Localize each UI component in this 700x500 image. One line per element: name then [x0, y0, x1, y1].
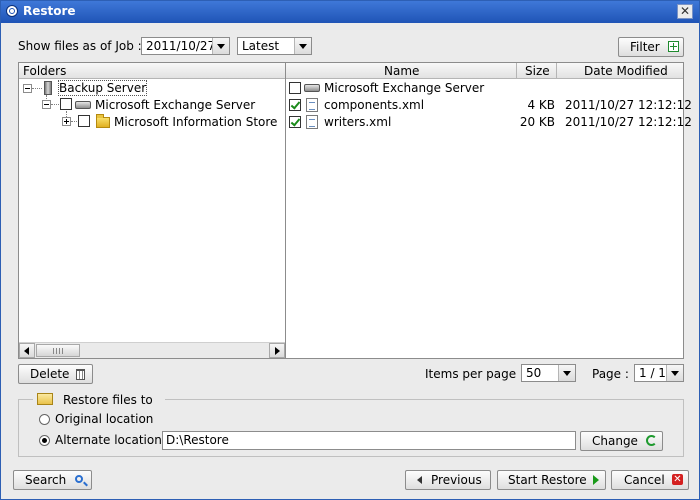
- page-select[interactable]: 1 / 1: [634, 364, 684, 382]
- items-per-page-value: 50: [526, 366, 542, 380]
- app-logo-icon: [6, 5, 18, 17]
- change-button[interactable]: Change: [580, 431, 663, 451]
- page-value: 1 / 1: [639, 366, 666, 380]
- previous-label: Previous: [431, 473, 482, 487]
- play-icon: [593, 475, 599, 485]
- start-restore-label: Start Restore: [508, 473, 587, 487]
- column-size-label: Size: [525, 64, 550, 78]
- scroll-left-icon[interactable]: [19, 343, 35, 358]
- original-location-radio[interactable]: [39, 414, 50, 425]
- job-label: Show files as of Job :: [18, 39, 142, 53]
- job-version-value: Latest: [242, 39, 280, 53]
- collapse-icon[interactable]: [23, 84, 32, 93]
- alternate-location-radio[interactable]: [39, 435, 50, 446]
- filter-button[interactable]: Filter: [618, 37, 684, 57]
- previous-button[interactable]: Previous: [405, 470, 491, 490]
- items-per-page-select[interactable]: 50: [521, 364, 576, 382]
- alternate-location-label[interactable]: Alternate location :: [55, 433, 170, 447]
- column-name-label: Name: [384, 64, 420, 78]
- row-name: writers.xml: [324, 115, 392, 129]
- cancel-label: Cancel: [624, 473, 665, 487]
- folders-header-label: Folders: [23, 64, 67, 78]
- tree-checkbox-information-store[interactable]: [78, 115, 90, 127]
- scroll-right-icon[interactable]: [269, 343, 285, 358]
- xml-file-icon: [306, 115, 318, 129]
- restore-destination-title: Restore files to: [63, 393, 153, 407]
- folder-open-icon: [37, 393, 53, 405]
- row-size: 20 KB: [519, 115, 555, 129]
- drive-icon: [304, 84, 320, 92]
- row-checkbox[interactable]: [289, 99, 301, 111]
- trash-icon: [76, 369, 85, 380]
- close-icon: ✕: [679, 4, 691, 18]
- change-label: Change: [592, 434, 638, 448]
- column-date-label: Date Modified: [584, 64, 668, 78]
- row-date: 2011/10/27 12:12:12: [565, 98, 692, 112]
- folder-icon: [96, 114, 110, 128]
- tree-checkbox-exchange[interactable]: [60, 98, 72, 110]
- refresh-icon: [646, 435, 657, 446]
- row-checkbox[interactable]: [289, 116, 301, 128]
- tree-item-backup-server[interactable]: Backup Server: [57, 80, 148, 96]
- previous-arrow-icon: [417, 476, 422, 484]
- add-filter-icon: [668, 41, 679, 52]
- drive-icon: [75, 101, 91, 109]
- tree-item-information-store[interactable]: Microsoft Information Store: [114, 115, 277, 129]
- xml-file-icon: [306, 98, 318, 112]
- tree-connector: [51, 104, 59, 106]
- row-checkbox[interactable]: [289, 82, 301, 94]
- alternate-path-field[interactable]: [162, 431, 576, 450]
- column-header-size[interactable]: Size: [517, 63, 557, 79]
- folders-panel: Folders Backup Server Microsoft Exchange…: [18, 62, 286, 359]
- folders-horizontal-scrollbar[interactable]: [19, 342, 285, 358]
- files-panel: Name Size Date Modified Microsoft Exchan…: [285, 62, 692, 359]
- search-label: Search: [25, 473, 67, 487]
- row-name: Microsoft Exchange Server: [324, 81, 485, 95]
- title-bar[interactable]: Restore ✕: [1, 1, 699, 23]
- job-date-select[interactable]: 2011/10/27: [141, 37, 230, 55]
- expand-icon[interactable]: [62, 117, 71, 126]
- row-date: 2011/10/27 12:12:12: [565, 115, 692, 129]
- tree-item-exchange-server[interactable]: Microsoft Exchange Server: [95, 98, 255, 112]
- search-icon: [75, 475, 83, 483]
- page-label: Page :: [592, 367, 629, 381]
- cancel-button[interactable]: Cancel ✕: [611, 470, 689, 490]
- delete-label: Delete: [30, 367, 70, 381]
- scroll-thumb[interactable]: [36, 344, 80, 357]
- alternate-path-input[interactable]: [166, 433, 566, 447]
- row-size: 4 KB: [527, 98, 555, 112]
- window-title: Restore: [23, 4, 76, 18]
- cancel-icon: ✕: [672, 474, 683, 485]
- row-name: components.xml: [324, 98, 425, 112]
- folders-header: Folders: [19, 63, 285, 79]
- delete-button[interactable]: Delete: [18, 364, 93, 384]
- job-version-select[interactable]: Latest: [237, 37, 312, 55]
- chevron-down-icon[interactable]: [558, 365, 575, 381]
- close-button[interactable]: ✕: [677, 4, 693, 19]
- tree-connector: [32, 88, 42, 90]
- original-location-label[interactable]: Original location: [55, 412, 153, 426]
- items-per-page-label: Items per page :: [425, 367, 524, 381]
- start-restore-button[interactable]: Start Restore: [497, 470, 606, 490]
- search-button[interactable]: Search: [13, 470, 92, 490]
- column-header-date[interactable]: Date Modified: [557, 63, 683, 79]
- chevron-down-icon[interactable]: [212, 38, 229, 54]
- chevron-down-icon[interactable]: [666, 365, 683, 381]
- filter-label: Filter: [630, 40, 660, 54]
- job-date-value: 2011/10/27: [146, 39, 216, 53]
- server-icon: [44, 81, 52, 95]
- restore-window: Restore ✕ Show files as of Job : 2011/10…: [0, 0, 700, 500]
- restore-destination-legend: Restore files to: [33, 392, 165, 408]
- chevron-down-icon[interactable]: [294, 38, 311, 54]
- collapse-icon[interactable]: [42, 100, 51, 109]
- grip-icon: [53, 348, 63, 354]
- column-header-name[interactable]: Name: [286, 63, 517, 79]
